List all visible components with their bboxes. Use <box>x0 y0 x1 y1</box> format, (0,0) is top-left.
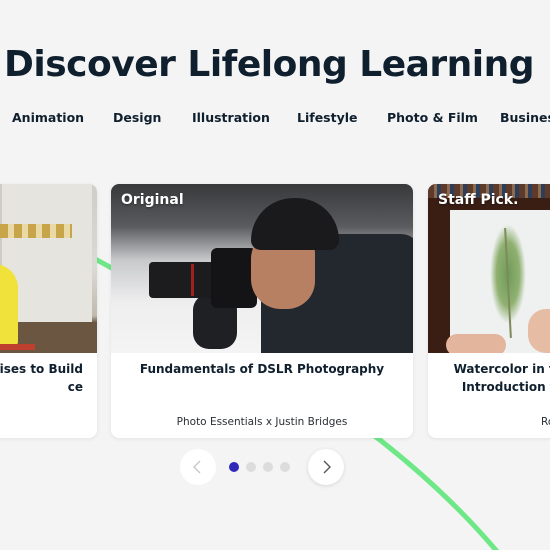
page-dot-2[interactable] <box>246 462 256 472</box>
course-title: Watercolor in the Wild: An Introduction … <box>442 360 550 396</box>
category-animation[interactable]: Animation <box>12 110 84 125</box>
page-dot-4[interactable] <box>280 462 290 472</box>
category-design[interactable]: Design <box>113 110 161 125</box>
course-title: rcises to Build ce <box>0 362 83 394</box>
course-card[interactable]: Original Fundamentals of DSLR Photograph… <box>111 184 413 438</box>
course-thumbnail: Original <box>111 184 413 353</box>
original-badge: Original <box>121 192 184 208</box>
category-nav: Animation Design Illustration Lifestyle … <box>0 110 550 130</box>
carousel-pager <box>180 449 345 485</box>
course-author: Ro <box>541 416 550 428</box>
course-title-text: Watercolor in the Wild: An Introduction … <box>453 362 550 394</box>
page-title: Discover Lifelong Learning <box>4 44 535 85</box>
category-photo-film[interactable]: Photo & Film <box>387 110 478 125</box>
chevron-left-icon <box>193 460 201 474</box>
course-title: Fundamentals of DSLR Photography <box>139 362 385 376</box>
prev-button[interactable] <box>180 449 216 485</box>
chevron-right-icon <box>323 460 331 474</box>
course-card[interactable]: Staff Pick. Watercolor in the Wild: An I… <box>428 184 550 438</box>
next-button[interactable] <box>308 449 344 485</box>
course-thumbnail <box>0 184 97 353</box>
category-illustration[interactable]: Illustration <box>192 110 270 125</box>
page-dot-1[interactable] <box>229 462 239 472</box>
course-author: Photo Essentials x Justin Bridges <box>176 416 348 428</box>
category-business[interactable]: Business <box>500 110 550 125</box>
page-dots <box>229 462 290 472</box>
course-thumbnail: Staff Pick. <box>428 184 550 353</box>
staff-pick-badge: Staff Pick. <box>438 192 519 208</box>
course-card[interactable]: rcises to Build ce <box>0 184 97 438</box>
category-lifestyle[interactable]: Lifestyle <box>297 110 358 125</box>
page-dot-3[interactable] <box>263 462 273 472</box>
